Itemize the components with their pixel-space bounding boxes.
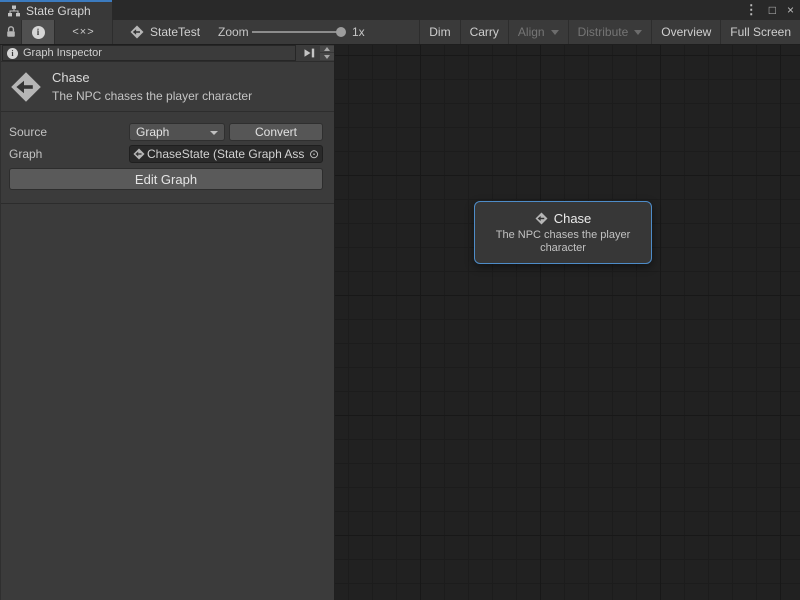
divider [1,203,334,204]
zoom-slider-handle[interactable] [336,27,346,37]
zoom-label: Zoom [218,20,249,44]
inspected-state-header: Chase The NPC chases the player characte… [1,62,334,111]
code-icon: <×> [72,26,94,38]
graph-object-field[interactable]: ChaseState (State Graph Ass ⊙ [129,145,323,163]
tab-bar: State Graph ⋮ □ × [0,0,800,20]
maximize-icon[interactable]: □ [769,0,776,20]
state-graph-icon [9,71,43,103]
graph-breadcrumb[interactable]: StateTest [130,20,200,44]
lock-button[interactable] [0,20,21,44]
graph-label: Graph [9,145,42,163]
zoom-slider-track [252,31,340,33]
toolbar-right-group: Dim Carry Align Distribute Overview Full… [419,20,800,44]
tab-state-graph[interactable]: State Graph [0,0,112,20]
distribute-dropdown-button[interactable]: Distribute [568,20,652,44]
align-button-label: Align [518,25,545,39]
inspector-header-bar: i Graph Inspector [1,45,334,62]
inspector-toggle-button[interactable]: i [21,20,55,44]
window-controls: ⋮ □ × [745,0,794,20]
source-dropdown-value: Graph [136,125,169,139]
source-dropdown[interactable]: Graph [129,123,225,141]
chevron-down-icon [210,131,218,135]
align-dropdown-button[interactable]: Align [508,20,568,44]
state-title: Chase [52,70,252,85]
dim-button[interactable]: Dim [419,20,459,44]
state-icon [535,212,548,225]
chevron-down-icon [551,30,559,35]
close-icon[interactable]: × [787,0,794,20]
inspected-state-text: Chase The NPC chases the player characte… [52,70,252,103]
collapse-right-icon [302,47,316,59]
edit-graph-button[interactable]: Edit Graph [9,168,323,190]
distribute-button-label: Distribute [578,25,629,39]
full-screen-button[interactable]: Full Screen [720,20,800,44]
object-picker-icon[interactable]: ⊙ [306,146,322,162]
chevron-down-icon [634,30,642,35]
triangle-down-icon [324,55,330,59]
state-graph-tab-icon [7,5,21,17]
overview-button-label: Overview [661,25,711,39]
info-icon: i [32,26,45,39]
node-title-row: Chase [475,211,651,226]
chase-state-node[interactable]: Chase The NPC chases the player characte… [474,201,652,264]
graph-inspector-panel: i Graph Inspector Chase The NPC chases t… [0,45,335,600]
scroll-down-button[interactable] [320,53,334,60]
info-icon: i [7,48,18,59]
overview-button[interactable]: Overview [651,20,720,44]
divider [1,111,334,112]
window-menu-icon[interactable]: ⋮ [745,0,758,20]
graph-toolbar: i <×> StateTest Zoom 1x Dim Carry Align [0,20,800,45]
node-title: Chase [554,211,592,226]
node-description: The NPC chases the player character [475,229,651,255]
dim-button-label: Dim [429,25,450,39]
state-description: The NPC chases the player character [52,89,252,103]
tab-label: State Graph [26,4,91,18]
scroll-up-button[interactable] [320,46,334,53]
carry-button-label: Carry [470,25,499,39]
graph-object-value: ChaseState (State Graph Ass [147,147,304,161]
source-label: Source [9,123,47,141]
convert-button[interactable]: Convert [229,123,323,141]
dock-inspector-button[interactable] [300,46,317,60]
inspector-header[interactable]: i Graph Inspector [2,45,296,61]
state-icon [133,148,145,160]
state-icon [130,25,144,39]
zoom-slider[interactable] [252,20,346,44]
state-graph-window: State Graph ⋮ □ × i <×> StateTest Zoom 1… [0,0,800,600]
graph-breadcrumb-label: StateTest [150,25,200,39]
graph-row: Graph ChaseState (State Graph Ass ⊙ [1,145,334,163]
code-preview-button[interactable]: <×> [55,20,113,44]
carry-button[interactable]: Carry [460,20,508,44]
inspector-scroller [320,46,334,60]
source-row: Source Graph Convert [1,123,334,141]
lock-icon [5,25,17,39]
inspector-title: Graph Inspector [23,47,102,59]
full-screen-button-label: Full Screen [730,25,791,39]
graph-canvas[interactable]: Chase The NPC chases the player characte… [335,45,800,600]
zoom-value: 1x [352,20,365,44]
triangle-up-icon [324,47,330,51]
